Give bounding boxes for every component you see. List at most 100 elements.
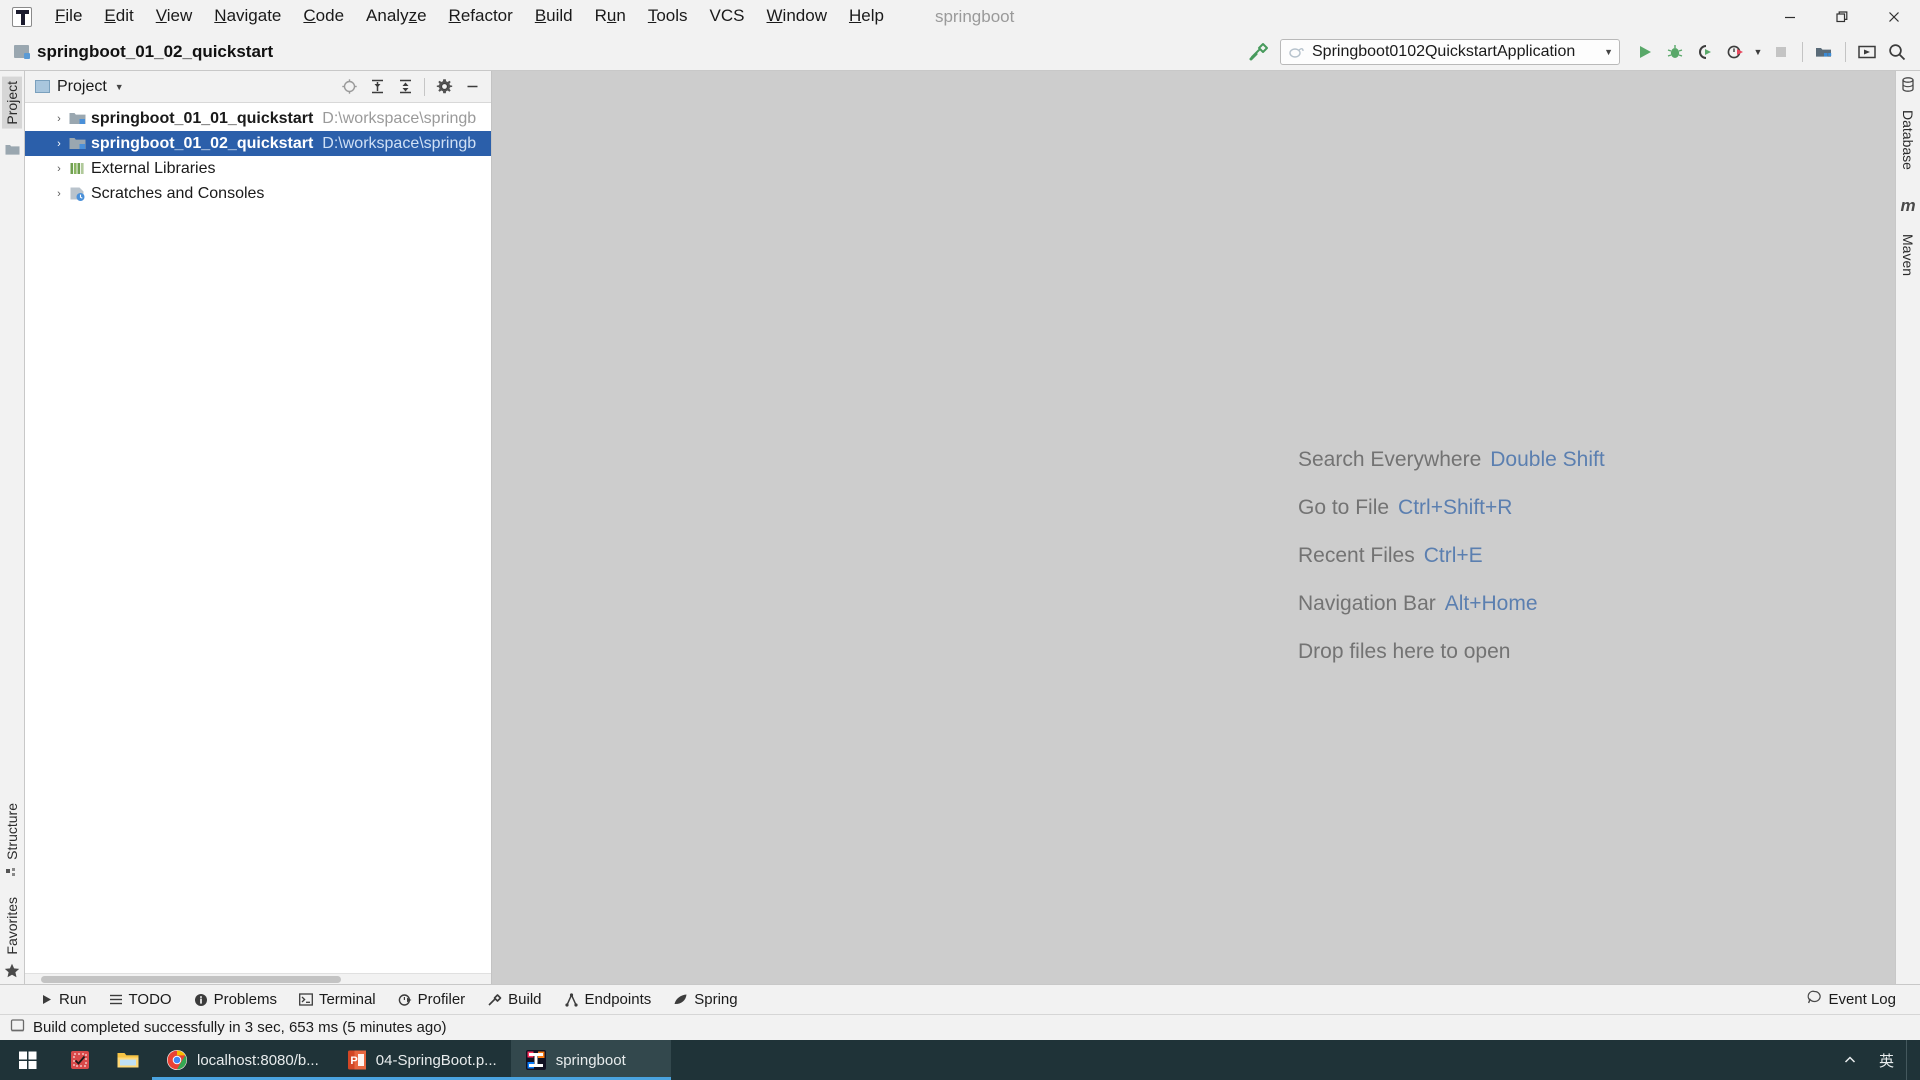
chevron-right-icon[interactable]: ›: [51, 163, 67, 175]
tool-window-spring[interactable]: Spring: [663, 988, 747, 1011]
menu-item-vcs[interactable]: VCS: [699, 2, 756, 30]
taskbar-task-chrome[interactable]: localhost:8080/b...: [152, 1040, 333, 1080]
tool-window-terminal[interactable]: Terminal: [289, 988, 386, 1011]
run-configuration-selector[interactable]: Springboot0102QuickstartApplication ▼: [1280, 39, 1620, 65]
show-desktop-button[interactable]: [1906, 1040, 1914, 1080]
powerpoint-icon: P: [347, 1049, 367, 1071]
module-folder-icon: [67, 111, 87, 126]
tool-window-endpoints[interactable]: Endpoints: [554, 988, 662, 1011]
project-tab-label: Project: [4, 81, 20, 125]
event-log-button[interactable]: Event Log: [1799, 987, 1904, 1012]
taskbar-task-powerpoint[interactable]: P 04-SpringBoot.p...: [332, 1040, 511, 1080]
editor-hint-drop-files-here-to-open: Drop files here to open: [1298, 628, 1605, 676]
hint-shortcut: Alt+Home: [1444, 592, 1538, 615]
windows-taskbar: localhost:8080/b... P 04-SpringBoot.p... sp…: [0, 1040, 1920, 1080]
tree-node-path: D:\workspace\springb: [322, 134, 477, 152]
debug-button[interactable]: [1660, 37, 1690, 67]
editor-empty-area[interactable]: Search Everywhere Double Shift Go to File C…: [492, 71, 1895, 984]
tool-window-build[interactable]: Build: [477, 988, 551, 1011]
spring-leaf-icon: [673, 993, 688, 1006]
sidebar-item-structure[interactable]: Structure: [2, 799, 22, 864]
chevron-down-icon: ▼: [1604, 47, 1613, 57]
minimize-button[interactable]: [1764, 0, 1816, 33]
tool-window-profiler[interactable]: Profiler: [388, 988, 476, 1011]
maximize-restore-button[interactable]: [1816, 0, 1868, 33]
tool-window-label: Problems: [213, 991, 277, 1008]
hammer-icon[interactable]: [1246, 39, 1272, 65]
hint-shortcut: Ctrl+E: [1423, 544, 1483, 567]
gear-icon[interactable]: [431, 75, 457, 99]
problems-info-icon: [194, 993, 208, 1007]
menu-item-build[interactable]: Build: [524, 2, 584, 30]
expand-all-icon[interactable]: [364, 75, 390, 99]
run-with-coverage-button[interactable]: [1690, 37, 1720, 67]
scrollbar-thumb[interactable]: [41, 976, 341, 983]
sidebar-item-database[interactable]: Database: [1898, 106, 1918, 174]
chevron-right-icon[interactable]: ›: [51, 113, 67, 125]
taskbar-task-intellij-idea[interactable]: springboot: [510, 1040, 671, 1080]
windows-start-icon[interactable]: [0, 1040, 56, 1080]
tree-node-external-libraries[interactable]: › External Libraries: [25, 156, 491, 181]
maven-tab-label: Maven: [1900, 233, 1916, 276]
chevron-down-icon[interactable]: ▼: [115, 82, 124, 92]
terminal-icon: [299, 993, 313, 1006]
menu-item-code[interactable]: Code: [292, 2, 355, 30]
layout-button[interactable]: [1852, 37, 1882, 67]
menu-item-edit[interactable]: Edit: [93, 2, 144, 30]
tool-window-todo[interactable]: TODO: [99, 988, 182, 1011]
sidebar-item-favorites[interactable]: Favorites: [2, 893, 22, 959]
intellij-idea-logo-icon: [12, 6, 32, 27]
menu-item-tools[interactable]: Tools: [637, 2, 699, 30]
breadcrumb[interactable]: springboot_01_02_quickstart: [37, 42, 273, 62]
menu-item-run[interactable]: Run: [584, 2, 637, 30]
ime-language-indicator[interactable]: 英: [1869, 1040, 1904, 1080]
hammer-icon: [487, 993, 502, 1007]
tree-node-scratches-and-consoles[interactable]: › Scratches and Consoles: [25, 181, 491, 206]
tree-node-label: springboot_01_02_quickstart: [91, 134, 314, 152]
collapse-all-icon[interactable]: [392, 75, 418, 99]
red-shield-icon[interactable]: [56, 1040, 104, 1080]
file-explorer-icon[interactable]: [104, 1040, 152, 1080]
intellij-idea-icon: [525, 1049, 547, 1071]
taskbar-task-label: 04-SpringBoot.p...: [375, 1051, 497, 1069]
menu-item-refactor[interactable]: Refactor: [438, 2, 524, 30]
menu-bar: File Edit View Navigate Code Analyze Refactor B…: [0, 0, 1920, 33]
minimize-icon[interactable]: [459, 75, 485, 99]
project-folder-icon: [5, 143, 20, 156]
todo-list-icon: [109, 993, 123, 1006]
run-configuration-label: Springboot0102QuickstartApplication: [1312, 43, 1576, 60]
tree-node-springboot-01-01-quickstart[interactable]: › springboot_01_01_quickstart D:\workspace…: [25, 106, 491, 131]
menu-item-analyze[interactable]: Analyze: [355, 2, 438, 30]
chevron-right-icon[interactable]: ›: [51, 138, 67, 150]
menu-item-window[interactable]: Window: [756, 2, 838, 30]
endpoints-icon: [564, 992, 579, 1007]
close-button[interactable]: [1868, 0, 1920, 33]
hint-label: Drop files here to open: [1298, 640, 1511, 663]
stop-button[interactable]: [1766, 37, 1796, 67]
search-icon[interactable]: [1882, 37, 1912, 67]
menu-item-view[interactable]: View: [145, 2, 204, 30]
profiler-dropdown-button[interactable]: ▼: [1750, 37, 1766, 67]
chevron-right-icon[interactable]: ›: [51, 188, 67, 200]
sidebar-item-maven[interactable]: Maven: [1898, 230, 1918, 280]
tool-window-run[interactable]: Run: [30, 988, 97, 1011]
menu-item-help[interactable]: Help: [838, 2, 895, 30]
profiler-button[interactable]: [1720, 37, 1750, 67]
sidebar-item-project[interactable]: Project: [2, 77, 22, 129]
crosshair-target-icon[interactable]: [336, 75, 362, 99]
toolbar-separator: [1802, 42, 1803, 62]
menu-item-navigate[interactable]: Navigate: [203, 2, 292, 30]
project-tool-window: Project ▼ › springboot_01_01_quickstart …: [25, 71, 492, 984]
hint-label: Navigation Bar: [1298, 592, 1436, 615]
tree-node-label: Scratches and Consoles: [91, 184, 265, 202]
menu-item-file[interactable]: File: [44, 2, 93, 30]
project-tree[interactable]: › springboot_01_01_quickstart D:\workspace…: [25, 103, 491, 984]
project-panel-horizontal-scrollbar[interactable]: [25, 973, 491, 984]
tool-window-problems[interactable]: Problems: [184, 988, 287, 1011]
tree-node-path: D:\workspace\springb: [322, 109, 477, 127]
chevron-up-icon[interactable]: [1833, 1040, 1867, 1080]
tree-node-springboot-01-02-quickstart[interactable]: › springboot_01_02_quickstart D:\workspace…: [25, 131, 491, 156]
project-structure-button[interactable]: [1809, 37, 1839, 67]
editor-hint-go-to-file: Go to File Ctrl+Shift+R: [1298, 484, 1605, 532]
run-button[interactable]: [1630, 37, 1660, 67]
